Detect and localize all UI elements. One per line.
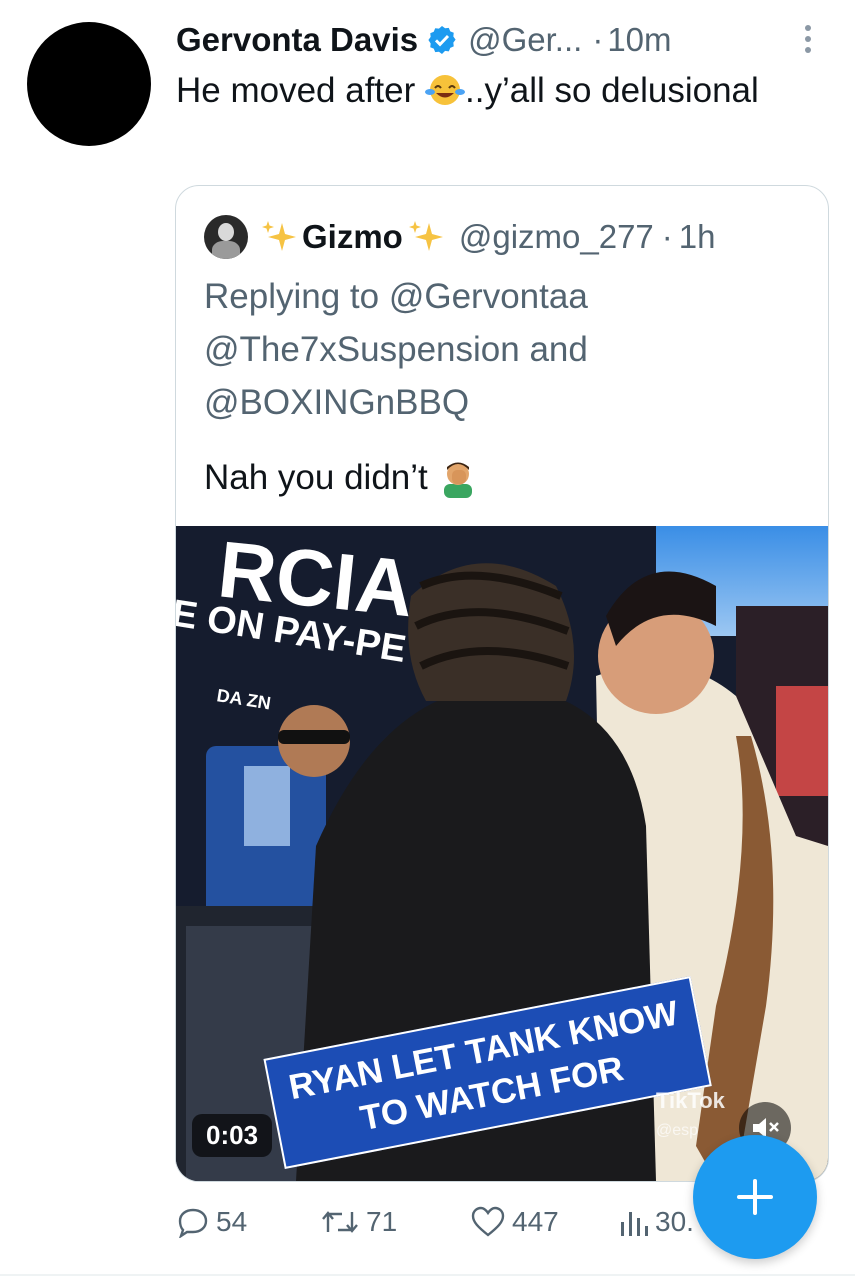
quoted-tweet-header: Gizmo @gizmo_277 · 1h <box>204 214 716 260</box>
sparkles-emoji-icon <box>262 221 296 251</box>
sparkles-emoji-icon <box>408 221 443 251</box>
replying-to-text: Replying to @Gervontaa @The7xSuspension … <box>204 277 588 422</box>
quoted-author-avatar[interactable] <box>204 215 248 259</box>
quoted-tweet-timestamp[interactable]: 1h <box>679 218 716 256</box>
retweet-icon <box>322 1211 358 1233</box>
retweet-button[interactable]: 71 <box>320 1206 397 1238</box>
divider <box>0 1274 855 1276</box>
like-button[interactable]: 447 <box>470 1206 559 1238</box>
verified-badge-icon <box>428 26 456 54</box>
more-vertical-icon[interactable] <box>798 22 818 62</box>
tweet-text: He moved after ..y’all so delusional <box>176 70 796 112</box>
quoted-author-name[interactable]: Gizmo <box>302 218 403 256</box>
views-icon <box>621 1212 648 1236</box>
tweet-header: Gervonta Davis @Ger... · 10m <box>176 18 672 62</box>
facepalm-emoji-icon <box>443 462 472 498</box>
tweet-timestamp[interactable]: 10m <box>607 21 671 59</box>
heart-icon <box>471 1206 505 1237</box>
views-count: 30. <box>655 1206 694 1237</box>
plus-icon <box>737 1179 773 1215</box>
author-name[interactable]: Gervonta Davis <box>176 21 418 59</box>
tiktok-watermark-handle: @esp <box>656 1122 699 1139</box>
author-avatar[interactable] <box>27 22 151 146</box>
reply-icon <box>178 1208 208 1238</box>
separator-dot: · <box>661 218 673 255</box>
quoted-tweet-text: Nah you didn’t <box>204 458 478 498</box>
retweet-count: 71 <box>366 1206 398 1237</box>
tears-of-joy-emoji-icon <box>425 75 465 105</box>
quoted-tweet-card[interactable]: Gizmo @gizmo_277 · 1h Replying to @Gervo… <box>175 185 829 1182</box>
tweet-text-part-2: ..y’all so delusional <box>465 71 759 110</box>
quoted-author-handle[interactable]: @gizmo_277 <box>459 218 654 256</box>
tweet-actions: 54 71 447 30. <box>176 1206 736 1250</box>
tiktok-watermark-text: TikTok <box>656 1088 725 1113</box>
video-player[interactable]: RCIA E ON PAY-PE DA ZN RYAN LET TANK KNO… <box>176 526 828 1181</box>
tiktok-watermark: TikTok @esp <box>656 1088 725 1140</box>
video-timer: 0:03 <box>192 1114 273 1157</box>
author-handle[interactable]: @Ger... <box>468 21 582 59</box>
like-count: 447 <box>512 1206 559 1237</box>
compose-button[interactable] <box>693 1135 817 1259</box>
tweet-text-part-1: He moved after <box>176 71 425 110</box>
separator-dot: · <box>592 21 604 58</box>
quoted-tweet-text-content: Nah you didn’t <box>204 458 428 497</box>
reply-button[interactable]: 54 <box>176 1206 247 1238</box>
views-button[interactable]: 30. <box>619 1206 694 1238</box>
reply-count: 54 <box>216 1206 248 1237</box>
